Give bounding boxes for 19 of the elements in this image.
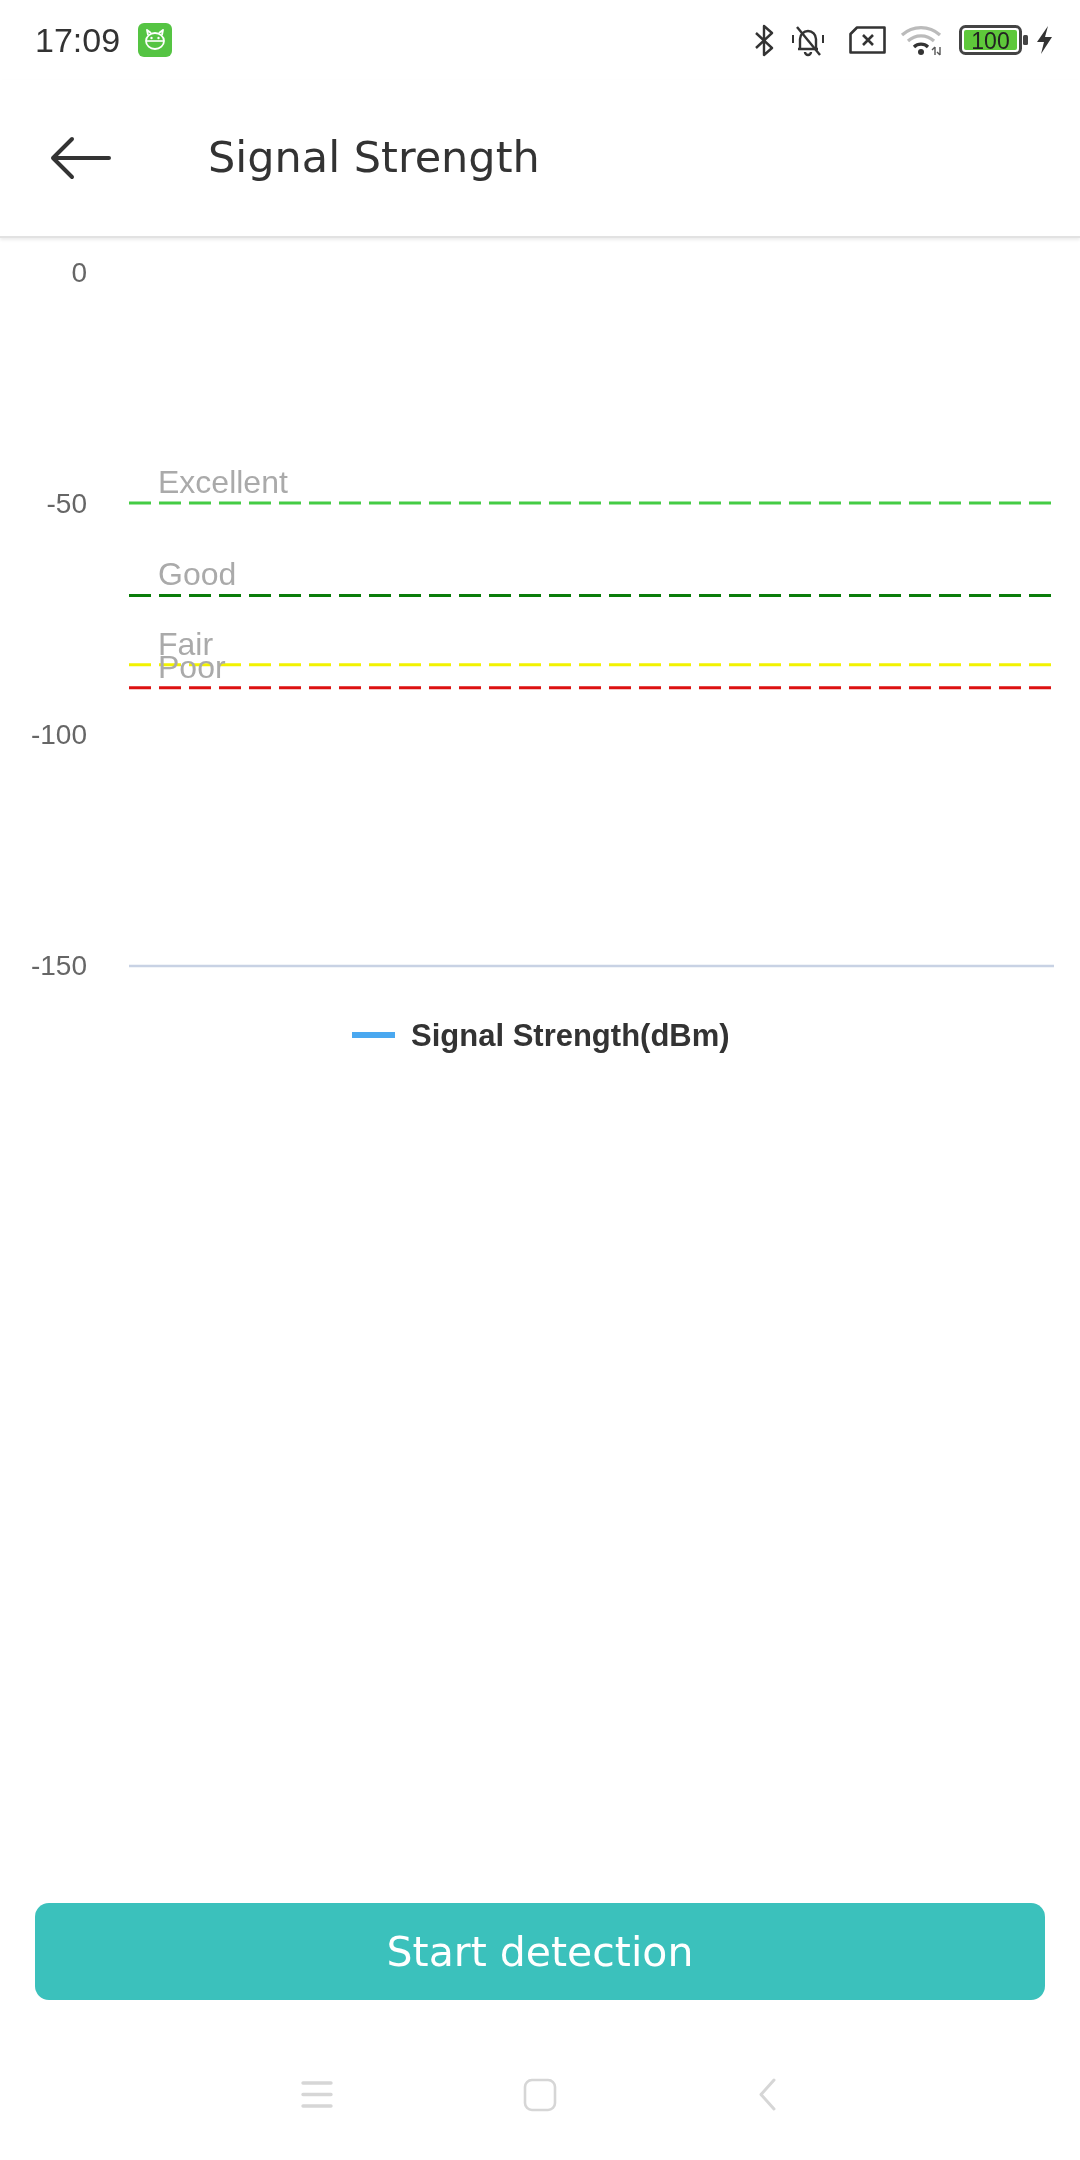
charging-icon — [1035, 25, 1054, 55]
no-sim-icon — [849, 26, 886, 54]
status-time: 17:09 — [35, 23, 121, 57]
home-icon[interactable] — [523, 2078, 557, 2112]
threshold-label: Good — [158, 556, 237, 593]
app-notification-icon — [138, 23, 173, 57]
legend-label: Signal Strength(dBm) — [411, 1018, 730, 1053]
bluetooth-icon — [753, 23, 776, 57]
wifi-icon — [900, 24, 944, 56]
menu-icon[interactable] — [301, 2080, 333, 2109]
y-axis-label: -150 — [30, 950, 87, 981]
start-detection-button[interactable]: Start detection — [35, 1903, 1045, 2000]
threshold-label: Excellent — [158, 464, 288, 500]
battery-indicator: 100 — [959, 25, 1028, 55]
y-axis-label: -50 — [46, 488, 87, 519]
y-axis-label: -100 — [30, 719, 87, 750]
page-title: Signal Strength — [208, 132, 540, 184]
back-icon[interactable] — [50, 136, 112, 180]
y-axis-label: 0 — [71, 257, 87, 288]
